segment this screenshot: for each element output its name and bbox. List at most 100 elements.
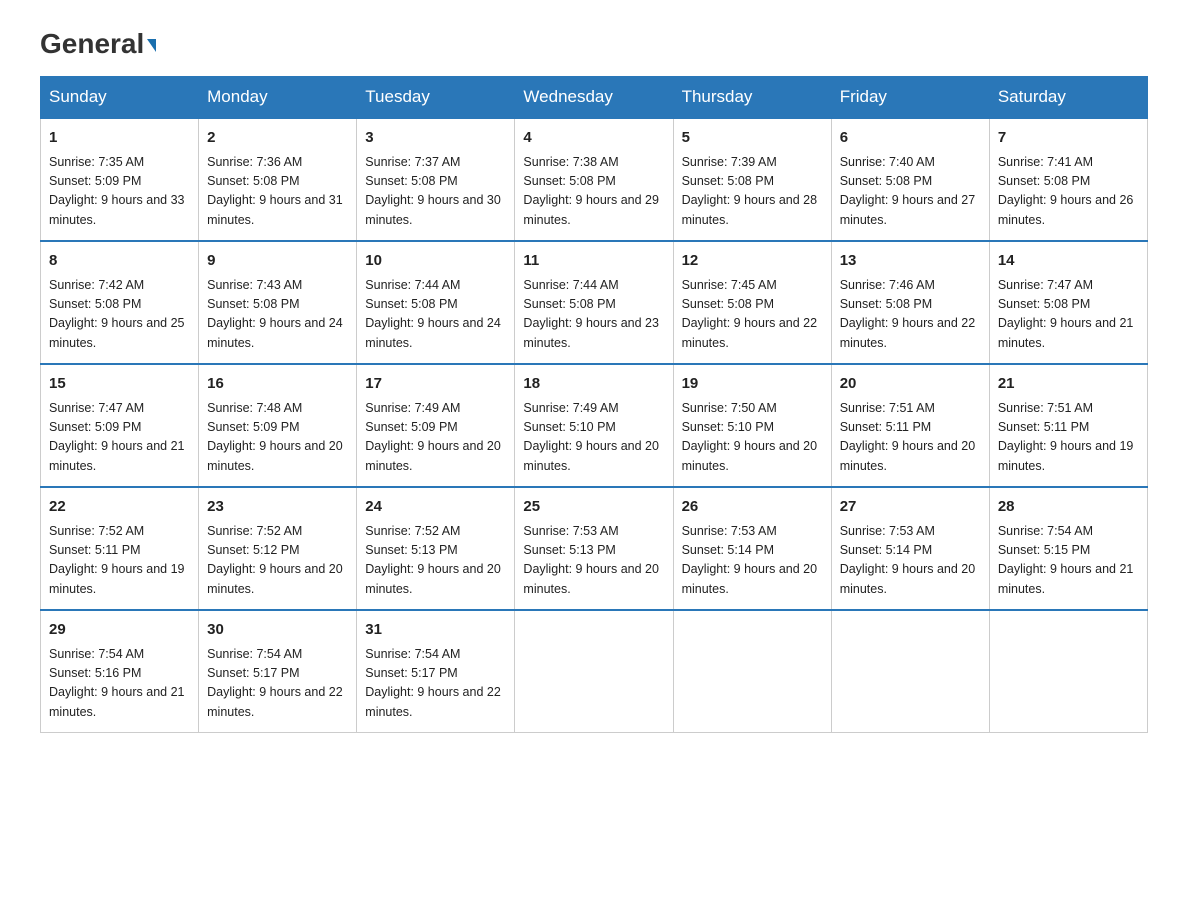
calendar-cell: 13 Sunrise: 7:46 AMSunset: 5:08 PMDayligh… bbox=[831, 241, 989, 364]
calendar-body: 1 Sunrise: 7:35 AMSunset: 5:09 PMDaylight… bbox=[41, 118, 1148, 733]
day-detail: Sunrise: 7:49 AMSunset: 5:09 PMDaylight:… bbox=[365, 399, 506, 477]
day-number: 1 bbox=[49, 127, 190, 150]
calendar-cell: 11 Sunrise: 7:44 AMSunset: 5:08 PMDayligh… bbox=[515, 241, 673, 364]
day-detail: Sunrise: 7:54 AMSunset: 5:17 PMDaylight:… bbox=[365, 645, 506, 723]
calendar-cell: 17 Sunrise: 7:49 AMSunset: 5:09 PMDayligh… bbox=[357, 364, 515, 487]
calendar-cell: 1 Sunrise: 7:35 AMSunset: 5:09 PMDaylight… bbox=[41, 118, 199, 241]
day-number: 26 bbox=[682, 496, 823, 519]
day-number: 22 bbox=[49, 496, 190, 519]
calendar-cell bbox=[673, 610, 831, 733]
calendar-cell: 4Sunrise: 7:38 AMSunset: 5:08 PMDaylight… bbox=[515, 118, 673, 241]
calendar-cell bbox=[515, 610, 673, 733]
day-number: 2 bbox=[207, 127, 348, 150]
day-detail: Sunrise: 7:47 AMSunset: 5:09 PMDaylight:… bbox=[49, 399, 190, 477]
day-detail: Sunrise: 7:49 AMSunset: 5:10 PMDaylight:… bbox=[523, 399, 664, 477]
day-number: 9 bbox=[207, 250, 348, 273]
calendar-cell: 9 Sunrise: 7:43 AMSunset: 5:08 PMDaylight… bbox=[199, 241, 357, 364]
calendar-cell bbox=[989, 610, 1147, 733]
calendar-cell: 28Sunrise: 7:54 AMSunset: 5:15 PMDayligh… bbox=[989, 487, 1147, 610]
calendar-cell: 31 Sunrise: 7:54 AMSunset: 5:17 PMDayligh… bbox=[357, 610, 515, 733]
calendar-cell: 26 Sunrise: 7:53 AMSunset: 5:14 PMDayligh… bbox=[673, 487, 831, 610]
calendar-cell: 22Sunrise: 7:52 AMSunset: 5:11 PMDayligh… bbox=[41, 487, 199, 610]
col-header-monday: Monday bbox=[199, 77, 357, 119]
col-header-friday: Friday bbox=[831, 77, 989, 119]
calendar-cell: 18 Sunrise: 7:49 AMSunset: 5:10 PMDayligh… bbox=[515, 364, 673, 487]
calendar-cell bbox=[831, 610, 989, 733]
day-detail: Sunrise: 7:39 AMSunset: 5:08 PMDaylight:… bbox=[682, 153, 823, 231]
day-detail: Sunrise: 7:43 AMSunset: 5:08 PMDaylight:… bbox=[207, 276, 348, 354]
day-detail: Sunrise: 7:51 AMSunset: 5:11 PMDaylight:… bbox=[998, 399, 1139, 477]
day-number: 28 bbox=[998, 496, 1139, 519]
day-detail: Sunrise: 7:35 AMSunset: 5:09 PMDaylight:… bbox=[49, 153, 190, 231]
col-header-thursday: Thursday bbox=[673, 77, 831, 119]
calendar-header-row: SundayMondayTuesdayWednesdayThursdayFrid… bbox=[41, 77, 1148, 119]
day-number: 8 bbox=[49, 250, 190, 273]
day-number: 10 bbox=[365, 250, 506, 273]
calendar-cell: 20 Sunrise: 7:51 AMSunset: 5:11 PMDayligh… bbox=[831, 364, 989, 487]
page-header: General bbox=[40, 30, 1148, 56]
day-number: 7 bbox=[998, 127, 1139, 150]
day-number: 27 bbox=[840, 496, 981, 519]
col-header-wednesday: Wednesday bbox=[515, 77, 673, 119]
calendar-cell: 23 Sunrise: 7:52 AMSunset: 5:12 PMDayligh… bbox=[199, 487, 357, 610]
day-number: 25 bbox=[523, 496, 664, 519]
day-detail: Sunrise: 7:47 AMSunset: 5:08 PMDaylight:… bbox=[998, 276, 1139, 354]
day-detail: Sunrise: 7:52 AMSunset: 5:12 PMDaylight:… bbox=[207, 522, 348, 600]
calendar-week-5: 29Sunrise: 7:54 AMSunset: 5:16 PMDayligh… bbox=[41, 610, 1148, 733]
calendar-cell: 2Sunrise: 7:36 AMSunset: 5:08 PMDaylight… bbox=[199, 118, 357, 241]
col-header-tuesday: Tuesday bbox=[357, 77, 515, 119]
day-detail: Sunrise: 7:53 AMSunset: 5:14 PMDaylight:… bbox=[682, 522, 823, 600]
calendar-cell: 14 Sunrise: 7:47 AMSunset: 5:08 PMDayligh… bbox=[989, 241, 1147, 364]
calendar-cell: 30Sunrise: 7:54 AMSunset: 5:17 PMDayligh… bbox=[199, 610, 357, 733]
day-detail: Sunrise: 7:50 AMSunset: 5:10 PMDaylight:… bbox=[682, 399, 823, 477]
calendar-cell: 24 Sunrise: 7:52 AMSunset: 5:13 PMDayligh… bbox=[357, 487, 515, 610]
calendar-cell: 6Sunrise: 7:40 AMSunset: 5:08 PMDaylight… bbox=[831, 118, 989, 241]
day-number: 12 bbox=[682, 250, 823, 273]
calendar-cell: 15 Sunrise: 7:47 AMSunset: 5:09 PMDayligh… bbox=[41, 364, 199, 487]
day-detail: Sunrise: 7:42 AMSunset: 5:08 PMDaylight:… bbox=[49, 276, 190, 354]
col-header-saturday: Saturday bbox=[989, 77, 1147, 119]
logo-top: General bbox=[40, 30, 156, 58]
day-number: 17 bbox=[365, 373, 506, 396]
day-number: 18 bbox=[523, 373, 664, 396]
day-detail: Sunrise: 7:46 AMSunset: 5:08 PMDaylight:… bbox=[840, 276, 981, 354]
calendar-cell: 21 Sunrise: 7:51 AMSunset: 5:11 PMDayligh… bbox=[989, 364, 1147, 487]
day-number: 31 bbox=[365, 619, 506, 642]
day-number: 6 bbox=[840, 127, 981, 150]
day-detail: Sunrise: 7:44 AMSunset: 5:08 PMDaylight:… bbox=[365, 276, 506, 354]
calendar-cell: 10 Sunrise: 7:44 AMSunset: 5:08 PMDayligh… bbox=[357, 241, 515, 364]
day-number: 11 bbox=[523, 250, 664, 273]
day-number: 14 bbox=[998, 250, 1139, 273]
calendar-cell: 16 Sunrise: 7:48 AMSunset: 5:09 PMDayligh… bbox=[199, 364, 357, 487]
day-number: 21 bbox=[998, 373, 1139, 396]
logo: General bbox=[40, 30, 156, 56]
calendar-cell: 12 Sunrise: 7:45 AMSunset: 5:08 PMDayligh… bbox=[673, 241, 831, 364]
day-detail: Sunrise: 7:51 AMSunset: 5:11 PMDaylight:… bbox=[840, 399, 981, 477]
day-detail: Sunrise: 7:48 AMSunset: 5:09 PMDaylight:… bbox=[207, 399, 348, 477]
calendar-cell: 3 Sunrise: 7:37 AMSunset: 5:08 PMDaylight… bbox=[357, 118, 515, 241]
day-detail: Sunrise: 7:37 AMSunset: 5:08 PMDaylight:… bbox=[365, 153, 506, 231]
calendar-cell: 25 Sunrise: 7:53 AMSunset: 5:13 PMDayligh… bbox=[515, 487, 673, 610]
day-number: 15 bbox=[49, 373, 190, 396]
day-number: 24 bbox=[365, 496, 506, 519]
day-detail: Sunrise: 7:41 AMSunset: 5:08 PMDaylight:… bbox=[998, 153, 1139, 231]
day-number: 23 bbox=[207, 496, 348, 519]
day-number: 13 bbox=[840, 250, 981, 273]
day-number: 29 bbox=[49, 619, 190, 642]
day-detail: Sunrise: 7:45 AMSunset: 5:08 PMDaylight:… bbox=[682, 276, 823, 354]
day-number: 19 bbox=[682, 373, 823, 396]
calendar-table: SundayMondayTuesdayWednesdayThursdayFrid… bbox=[40, 76, 1148, 733]
calendar-cell: 29Sunrise: 7:54 AMSunset: 5:16 PMDayligh… bbox=[41, 610, 199, 733]
day-number: 16 bbox=[207, 373, 348, 396]
day-number: 3 bbox=[365, 127, 506, 150]
day-detail: Sunrise: 7:52 AMSunset: 5:13 PMDaylight:… bbox=[365, 522, 506, 600]
day-detail: Sunrise: 7:53 AMSunset: 5:13 PMDaylight:… bbox=[523, 522, 664, 600]
day-number: 30 bbox=[207, 619, 348, 642]
calendar-week-1: 1 Sunrise: 7:35 AMSunset: 5:09 PMDaylight… bbox=[41, 118, 1148, 241]
calendar-cell: 8 Sunrise: 7:42 AMSunset: 5:08 PMDaylight… bbox=[41, 241, 199, 364]
day-number: 20 bbox=[840, 373, 981, 396]
day-number: 4 bbox=[523, 127, 664, 150]
calendar-cell: 19 Sunrise: 7:50 AMSunset: 5:10 PMDayligh… bbox=[673, 364, 831, 487]
day-detail: Sunrise: 7:44 AMSunset: 5:08 PMDaylight:… bbox=[523, 276, 664, 354]
calendar-week-4: 22Sunrise: 7:52 AMSunset: 5:11 PMDayligh… bbox=[41, 487, 1148, 610]
